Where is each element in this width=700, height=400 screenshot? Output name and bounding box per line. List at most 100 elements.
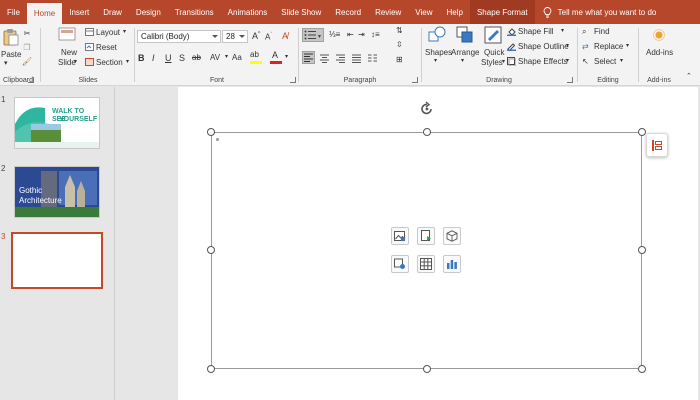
- clear-formatting-icon[interactable]: A̸: [282, 31, 288, 41]
- shape-effects-dropdown-icon[interactable]: ▾: [566, 57, 569, 64]
- resize-handle-top[interactable]: [423, 128, 431, 136]
- drawing-launcher-icon[interactable]: [567, 77, 573, 83]
- shape-effects-button[interactable]: Shape Effects: [518, 57, 568, 66]
- shape-fill-button[interactable]: Shape Fill: [518, 27, 554, 36]
- paste-icon[interactable]: [3, 28, 19, 46]
- clipboard-launcher-icon[interactable]: [28, 77, 34, 83]
- quick-styles-dropdown-icon[interactable]: ▾: [502, 58, 505, 65]
- columns-icon[interactable]: [367, 53, 378, 64]
- paragraph-launcher-icon[interactable]: [412, 77, 418, 83]
- tab-design[interactable]: Design: [129, 0, 168, 24]
- resize-handle-bottom-right[interactable]: [638, 365, 646, 373]
- strikethrough-icon[interactable]: ab: [192, 53, 201, 62]
- shapes-dropdown-icon[interactable]: ▾: [434, 57, 437, 64]
- collapse-ribbon-icon[interactable]: ⌃: [686, 72, 692, 80]
- font-size-combo[interactable]: 28: [222, 30, 248, 43]
- addins-icon[interactable]: [653, 29, 665, 41]
- insert-picture-button[interactable]: [391, 227, 409, 245]
- tell-me-search[interactable]: Tell me what you want to do: [535, 0, 656, 24]
- new-slide-icon[interactable]: [58, 27, 76, 43]
- format-painter-icon[interactable]: 🖌: [21, 55, 33, 67]
- slide-thumbnail-1[interactable]: WALK TO SEE YOURSELF: [14, 97, 100, 149]
- paste-dropdown-icon[interactable]: ▾: [4, 59, 8, 67]
- insert-table-button[interactable]: [417, 255, 435, 273]
- tab-animations[interactable]: Animations: [221, 0, 275, 24]
- new-slide-label-1[interactable]: New: [61, 48, 77, 57]
- font-launcher-icon[interactable]: [290, 77, 296, 83]
- paste-button-label[interactable]: Paste: [1, 50, 21, 59]
- design-ideas-button[interactable]: [646, 133, 668, 157]
- resize-handle-top-right[interactable]: [638, 128, 646, 136]
- cut-icon[interactable]: ✂: [21, 27, 33, 39]
- rotate-handle-icon[interactable]: [419, 101, 435, 117]
- resize-handle-top-left[interactable]: [207, 128, 215, 136]
- tab-help[interactable]: Help: [440, 0, 470, 24]
- replace-dropdown-icon[interactable]: ▾: [626, 42, 629, 49]
- justify-icon[interactable]: [351, 53, 362, 64]
- tab-transitions[interactable]: Transitions: [168, 0, 221, 24]
- replace-button[interactable]: Replace: [594, 42, 623, 51]
- resize-handle-left[interactable]: [207, 246, 215, 254]
- font-name-combo[interactable]: Calibri (Body): [137, 30, 221, 43]
- align-left-button[interactable]: [302, 51, 315, 64]
- arrange-icon[interactable]: [456, 26, 474, 44]
- numbering-icon[interactable]: ⅓≡: [329, 30, 340, 39]
- increase-font-size-icon[interactable]: A^: [252, 31, 260, 41]
- insert-3d-model-button[interactable]: [443, 227, 461, 245]
- reset-button[interactable]: Reset: [96, 43, 117, 52]
- layout-dropdown-icon[interactable]: ▾: [123, 28, 126, 35]
- section-button[interactable]: Section: [96, 58, 123, 67]
- character-spacing-icon[interactable]: AV: [210, 53, 220, 62]
- font-color-dropdown-icon[interactable]: ▾: [285, 53, 288, 60]
- arrange-dropdown-icon[interactable]: ▾: [461, 57, 464, 64]
- tab-review[interactable]: Review: [368, 0, 408, 24]
- align-right-icon[interactable]: [335, 53, 346, 64]
- shape-fill-dropdown-icon[interactable]: ▾: [561, 27, 564, 34]
- content-placeholder[interactable]: [211, 132, 642, 369]
- smartart-icon[interactable]: ⊞: [396, 55, 403, 64]
- insert-icons-button[interactable]: [391, 255, 409, 273]
- replace-icon[interactable]: ⇄: [582, 42, 589, 51]
- tab-view[interactable]: View: [408, 0, 439, 24]
- reset-icon[interactable]: [85, 43, 94, 51]
- resize-handle-right[interactable]: [638, 246, 646, 254]
- decrease-font-size-icon[interactable]: Aˇ: [265, 32, 272, 42]
- character-spacing-dropdown-icon[interactable]: ▾: [225, 53, 228, 60]
- shape-outline-button[interactable]: Shape Outline: [518, 42, 569, 51]
- shapes-button[interactable]: Shapes: [425, 48, 452, 57]
- shapes-icon[interactable]: [428, 26, 446, 44]
- tab-slide-show[interactable]: Slide Show: [274, 0, 328, 24]
- layout-icon[interactable]: [85, 28, 94, 36]
- quick-styles-label-2[interactable]: Styles: [481, 58, 503, 67]
- quick-styles-icon[interactable]: [484, 26, 502, 44]
- increase-indent-icon[interactable]: ⇥: [358, 30, 365, 39]
- font-color-icon[interactable]: A: [272, 50, 278, 60]
- highlight-icon[interactable]: ab: [250, 50, 259, 59]
- text-shadow-icon[interactable]: S: [179, 53, 185, 63]
- align-text-icon[interactable]: ⇳: [396, 40, 403, 49]
- slide-thumbnail-3[interactable]: [11, 232, 103, 289]
- insert-stock-images-button[interactable]: [417, 227, 435, 245]
- find-button[interactable]: Find: [594, 27, 610, 36]
- insert-chart-button[interactable]: [443, 255, 461, 273]
- select-icon[interactable]: ↖: [582, 57, 589, 66]
- align-center-icon[interactable]: [319, 53, 330, 64]
- tab-file[interactable]: File: [0, 0, 27, 24]
- bold-icon[interactable]: B: [138, 53, 145, 63]
- addins-button[interactable]: Add-ins: [646, 48, 673, 57]
- select-button[interactable]: Select: [594, 57, 616, 66]
- select-dropdown-icon[interactable]: ▾: [620, 57, 623, 64]
- tab-shape-format[interactable]: Shape Format: [469, 0, 535, 24]
- tab-home[interactable]: Home: [26, 3, 63, 24]
- shape-fill-icon[interactable]: [507, 27, 516, 36]
- shape-effects-icon[interactable]: [507, 57, 516, 66]
- tab-draw[interactable]: Draw: [96, 0, 129, 24]
- slide-thumbnail-2[interactable]: Gothic Architecture: [14, 166, 100, 218]
- line-spacing-icon[interactable]: ↕≡: [371, 30, 380, 39]
- text-direction-icon[interactable]: ⇅: [396, 26, 403, 35]
- copy-icon[interactable]: ❐: [21, 41, 33, 53]
- underline-icon[interactable]: U: [165, 53, 172, 63]
- quick-styles-label-1[interactable]: Quick: [484, 48, 504, 57]
- tab-record[interactable]: Record: [328, 0, 368, 24]
- italic-icon[interactable]: I: [152, 53, 155, 63]
